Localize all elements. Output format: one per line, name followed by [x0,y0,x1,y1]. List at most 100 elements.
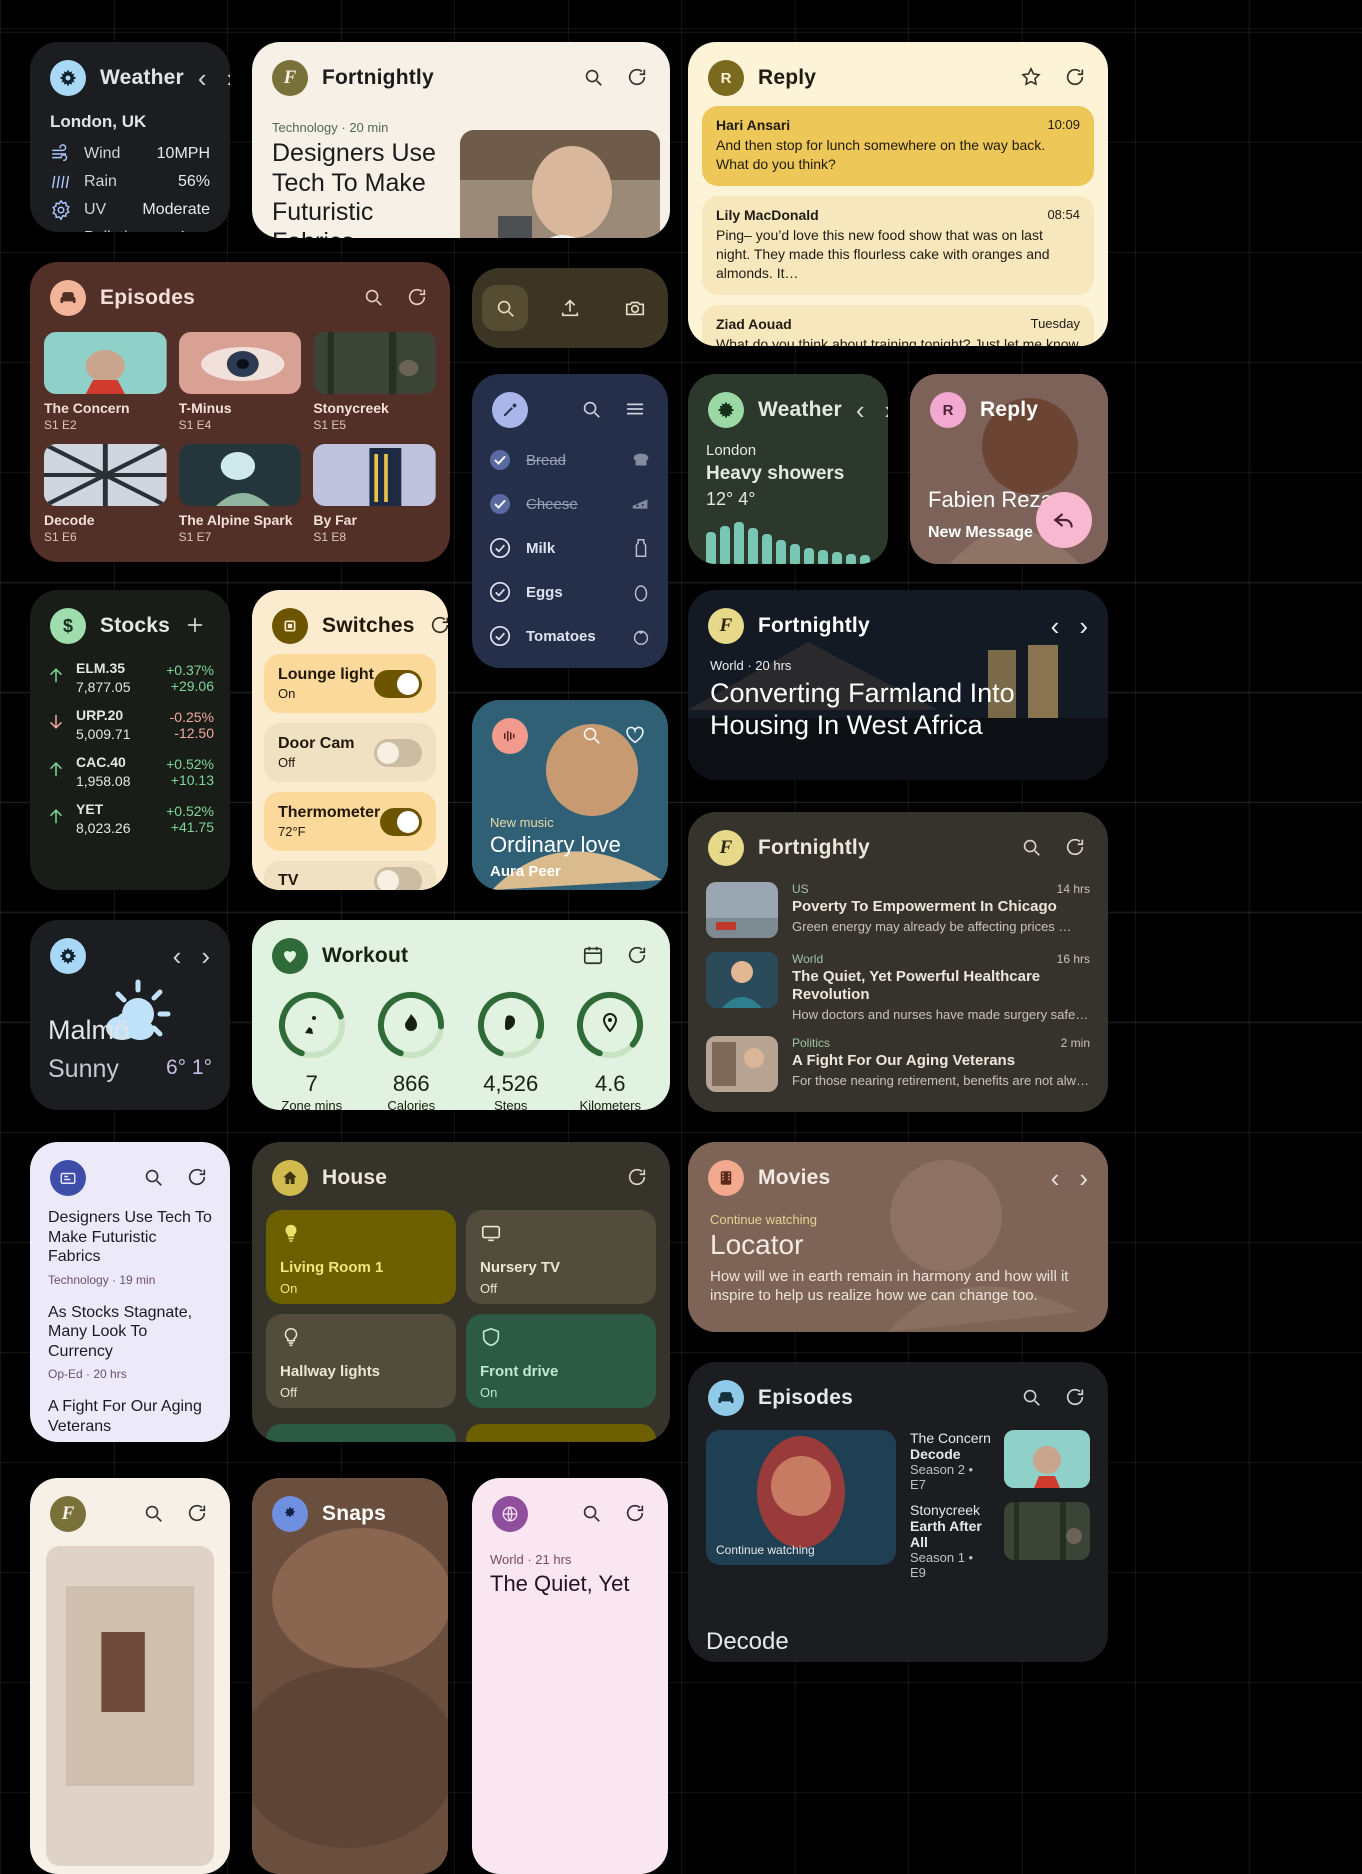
house-tile[interactable]: Nursery TV Off [466,1210,656,1304]
list-item[interactable]: Designers Use Tech To Make Futuristic Fa… [30,1206,230,1287]
table-row[interactable]: CAC.40 1,958.08 +0.52% +10.13 [30,748,230,795]
list-item[interactable]: Politics 2 min A Fight For Our Aging Vete… [688,1030,1108,1100]
house-tile[interactable]: Front drive On [466,1314,656,1408]
checkbox-checked-icon[interactable] [488,448,512,472]
message-item[interactable]: Ziad Aouad Tuesday What do you think abou… [702,304,1094,346]
widget-weather-london[interactable]: Weather ‹ › London, UK Wind 10MPH Rain 5… [30,42,230,232]
refresh-icon[interactable] [1064,836,1088,860]
refresh-icon[interactable] [626,944,650,968]
toggle[interactable] [374,669,422,698]
prev-button[interactable]: ‹ [856,397,865,423]
search-icon[interactable] [1020,1386,1044,1410]
metric-calories[interactable]: 866 Calories [363,988,459,1110]
widget-workout[interactable]: Workout 7 Zone mins 866 Calories 4,526 S… [252,920,670,1110]
list-item[interactable]: Tomatoes [472,614,668,658]
widget-snaps[interactable]: Snaps [252,1478,448,1874]
widget-fortnightly-article[interactable]: F Fortnightly Technology · 20 min Design… [252,42,670,238]
prev-button[interactable]: ‹ [198,65,207,91]
widget-episodes-continue[interactable]: Episodes Continue watching The Concern D… [688,1362,1108,1662]
house-tile[interactable] [266,1424,456,1442]
widget-waves-music[interactable]: New music Ordinary love Aura Peer [472,700,668,890]
search-icon[interactable] [580,1502,604,1526]
house-tile[interactable]: Living Room 1 On [266,1210,456,1304]
list-item[interactable]: Bread [472,438,668,482]
refresh-icon[interactable] [624,1502,648,1526]
metric-zone-mins[interactable]: 7 Zone mins [264,988,360,1110]
list-item[interactable]: Eggs [472,570,668,614]
house-tile[interactable]: Hallway lights Off [266,1314,456,1408]
list-item[interactable]: As Stocks Stagnate, Many Look To Currenc… [30,1301,230,1382]
list-item[interactable]: Cheese [472,482,668,526]
reply-button[interactable] [1036,492,1092,548]
search-icon[interactable] [362,286,386,310]
list-item[interactable]: The Concern S1 E2 [44,332,167,432]
search-icon[interactable] [1020,836,1044,860]
widget-reply-inbox[interactable]: R Reply Hari Ansari 10:09 And then stop f… [688,42,1108,346]
star-icon[interactable] [1020,66,1044,90]
list-item[interactable]: US 14 hrs Poverty To Empowerment In Chica… [688,876,1108,946]
heart-icon[interactable] [624,724,648,748]
list-item[interactable]: The Alpine Spark S1 E7 [178,444,302,544]
search-icon[interactable] [481,285,528,331]
table-row[interactable]: URP.20 5,009.71 -0.25% -12.50 [30,701,230,748]
checkbox-icon[interactable] [488,580,512,604]
table-row[interactable]: ELM.35 7,877.05 +0.37% +29.06 [30,654,230,701]
switch-row[interactable]: Door Cam Off [264,723,436,782]
list-item[interactable]: Stonycreek Earth After All Season 1 • E9 [910,1502,1090,1580]
refresh-icon[interactable] [429,614,448,638]
switch-row[interactable]: TV [264,861,436,890]
list-item[interactable]: World 16 hrs The Quiet, Yet Powerful Heal… [688,946,1108,1030]
refresh-icon[interactable] [186,1166,210,1190]
metric-steps[interactable]: 4,526 Steps [463,988,559,1110]
list-item[interactable]: The Concern Decode Season 2 • E7 [910,1430,1090,1492]
widget-fortnightly-bottom[interactable]: F [30,1478,230,1874]
message-item[interactable]: Hari Ansari 10:09 And then stop for lunch… [702,106,1094,186]
widget-world-bottom[interactable]: World · 21 hrs The Quiet, Yet [472,1478,668,1874]
refresh-icon[interactable] [626,66,650,90]
widget-reply-contact[interactable]: R Reply Fabien Reza New Message [910,374,1108,564]
toggle[interactable] [374,738,422,767]
refresh-icon[interactable] [186,1502,210,1526]
prev-button[interactable]: ‹ [1051,1165,1060,1191]
widget-switches[interactable]: Switches Lounge light On Door Cam Off Ther… [252,590,448,890]
refresh-icon[interactable] [1064,1386,1088,1410]
search-icon[interactable] [142,1502,166,1526]
list-item[interactable]: Decode S1 E6 [44,444,167,544]
house-tile[interactable] [466,1424,656,1442]
widget-movies[interactable]: Movies ‹ › Continue watching Locator How… [688,1142,1108,1332]
checkbox-checked-icon[interactable] [488,492,512,516]
refresh-icon[interactable] [406,286,430,310]
next-button[interactable]: › [227,65,230,91]
widget-weather-london-forecast[interactable]: Weather ‹ › London Heavy showers 12° 4° [688,374,888,564]
widget-house[interactable]: House Living Room 1 On Nursery TV Off Ha… [252,1142,670,1442]
widget-episodes-grid[interactable]: Episodes The Concern S1 E2 T-Minus S1 E4 S… [30,262,450,562]
checkbox-icon[interactable] [488,536,512,560]
toggle[interactable] [374,867,422,890]
next-button[interactable]: › [1079,613,1088,639]
prev-button[interactable]: ‹ [1051,613,1060,639]
widget-tools-strip[interactable] [472,268,668,348]
toggle[interactable] [380,807,422,836]
widget-stocks[interactable]: $ Stocks ELM.35 7,877.05 +0.37% +29.06 URP… [30,590,230,890]
checkbox-icon[interactable] [488,624,512,648]
camera-icon[interactable] [612,285,658,331]
refresh-icon[interactable] [626,1166,650,1190]
widget-grocery-list[interactable]: Bread Cheese Milk Eggs Tomatoes [472,374,668,668]
next-button[interactable]: › [1079,1165,1088,1191]
search-icon[interactable] [142,1166,166,1190]
search-icon[interactable] [580,724,604,748]
widget-fortnightly-world[interactable]: F Fortnightly ‹ › World · 20 hrs Convert… [688,590,1108,780]
list-icon[interactable] [624,398,648,422]
add-icon[interactable] [184,614,208,638]
list-item[interactable]: Milk [472,526,668,570]
prev-button[interactable]: ‹ [173,943,182,969]
table-row[interactable]: YET 8,023.26 +0.52% +41.75 [30,795,230,842]
widget-weather-malmo[interactable]: ‹ › Malmö Sunny 6° 1° [30,920,230,1110]
calendar-icon[interactable] [582,944,606,968]
switch-row[interactable]: Thermometer 72°F [264,792,436,851]
widget-news-headlines[interactable]: Designers Use Tech To Make Futuristic Fa… [30,1142,230,1442]
list-item[interactable]: Stonycreek S1 E5 [313,332,436,432]
list-item[interactable]: A Fight For Our Aging VeteransPolitics ·… [30,1395,230,1442]
list-item[interactable]: By Far S1 E8 [313,444,436,544]
search-icon[interactable] [580,398,604,422]
